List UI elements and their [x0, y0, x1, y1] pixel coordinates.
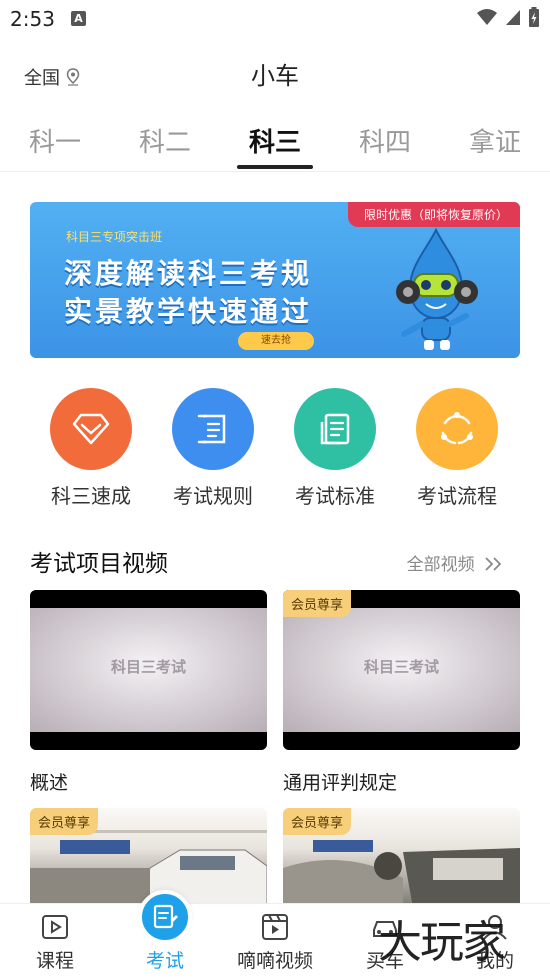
- video-card[interactable]: 会员尊享: [30, 808, 267, 908]
- section-title: 考试项目视频: [30, 551, 168, 577]
- quick-link-label: 考试标准: [295, 484, 375, 508]
- nav-exam-bubble[interactable]: [138, 890, 192, 944]
- double-chevron-right-icon: [485, 557, 502, 571]
- tab-subject-1[interactable]: 科一: [0, 122, 110, 159]
- video-thumbnail[interactable]: 会员尊享 科目三考试: [283, 590, 520, 750]
- quick-link-label: 科三速成: [51, 484, 131, 508]
- video-card[interactable]: 会员尊享 科目三考试 通用评判规定: [283, 590, 520, 795]
- app-header: 全国 小车: [0, 38, 550, 108]
- thumbnail-watermark: 科目三考试: [110, 658, 186, 676]
- video-section-header: 考试项目视频 全部视频: [30, 544, 520, 577]
- video-thumbnail[interactable]: 科目三考试: [30, 590, 267, 750]
- battery-icon: [529, 7, 539, 27]
- member-badge: 会员尊享: [283, 590, 352, 617]
- status-bar: 2:53 A: [0, 0, 550, 38]
- document-icon: [320, 413, 350, 445]
- nav-label: 课程: [35, 950, 74, 972]
- tab-subject-4[interactable]: 科四: [330, 122, 440, 159]
- quick-link-exam-standards[interactable]: 考试标准: [274, 388, 396, 509]
- member-badge: 会员尊享: [30, 808, 99, 835]
- thumbnail-watermark: 科目三考试: [363, 658, 439, 676]
- video-caption: 通用评判规定: [283, 772, 398, 794]
- water-drop-mascot-icon: [396, 227, 478, 350]
- video-caption: 概述: [30, 772, 69, 794]
- video-card[interactable]: 会员尊享: [283, 808, 520, 908]
- all-videos-label: 全部视频: [406, 555, 475, 575]
- tab-subject-3[interactable]: 科三: [220, 122, 330, 159]
- exam-icon: [153, 904, 178, 929]
- tab-subject-2[interactable]: 科二: [110, 122, 220, 159]
- banner-headline-2: 实景教学快速通过: [64, 295, 313, 328]
- quick-link-label: 考试规则: [173, 484, 253, 508]
- banner-headline-1: 深度解读科三考规: [64, 257, 313, 290]
- signal-icon: [506, 10, 520, 25]
- quick-link-exam-rules[interactable]: 考试规则: [152, 388, 274, 509]
- nav-label: 考试: [145, 950, 184, 972]
- quick-link-circle: [172, 388, 254, 470]
- notification-icon: A: [71, 11, 86, 26]
- page-title: 小车: [251, 62, 299, 90]
- banner-cta-button[interactable]: 速去抢: [238, 332, 314, 350]
- quick-links: 科三速成 考试规则 考试标准 考试流程: [0, 388, 550, 508]
- quick-link-fast-track[interactable]: 科三速成: [30, 388, 152, 509]
- video-card[interactable]: 科目三考试 概述: [30, 590, 267, 795]
- diamond-icon: [72, 413, 110, 445]
- quick-link-circle: [294, 388, 376, 470]
- nav-courses[interactable]: 课程: [0, 904, 110, 980]
- nav-label: 嘀嘀视频: [236, 950, 313, 972]
- course-icon: [42, 915, 68, 939]
- video-thumbnail[interactable]: 会员尊享: [283, 808, 520, 908]
- video-icon: [262, 914, 288, 940]
- active-tab-indicator: [237, 165, 313, 169]
- status-time: 2:53: [10, 7, 55, 31]
- scroll-icon: [197, 414, 226, 444]
- banner-subtitle: 科目三专项突击班: [66, 230, 163, 244]
- video-thumbnail[interactable]: 会员尊享: [30, 808, 267, 908]
- limited-offer-tag: 限时优惠（即将恢复原价）: [347, 202, 520, 227]
- subject-tabs: 科一 科二 科三 科四 拿证: [0, 108, 550, 172]
- tab-get-license[interactable]: 拿证: [440, 122, 550, 159]
- status-icons: [476, 6, 540, 28]
- cycle-icon: [441, 412, 473, 445]
- all-videos-link[interactable]: 全部视频: [407, 550, 504, 575]
- promo-banner[interactable]: 限时优惠（即将恢复原价） 科目三专项突击班 深度解读科三考规 实景教学快速通过 …: [30, 202, 520, 358]
- member-badge: 会员尊享: [283, 808, 352, 835]
- wifi-icon: [477, 9, 497, 25]
- quick-link-circle: [50, 388, 132, 470]
- quick-link-circle: [416, 388, 498, 470]
- nav-didi-video[interactable]: 嘀嘀视频: [220, 904, 330, 980]
- quick-link-exam-process[interactable]: 考试流程: [396, 388, 518, 509]
- quick-link-label: 考试流程: [417, 484, 497, 508]
- site-watermark: 大玩家: [378, 917, 506, 968]
